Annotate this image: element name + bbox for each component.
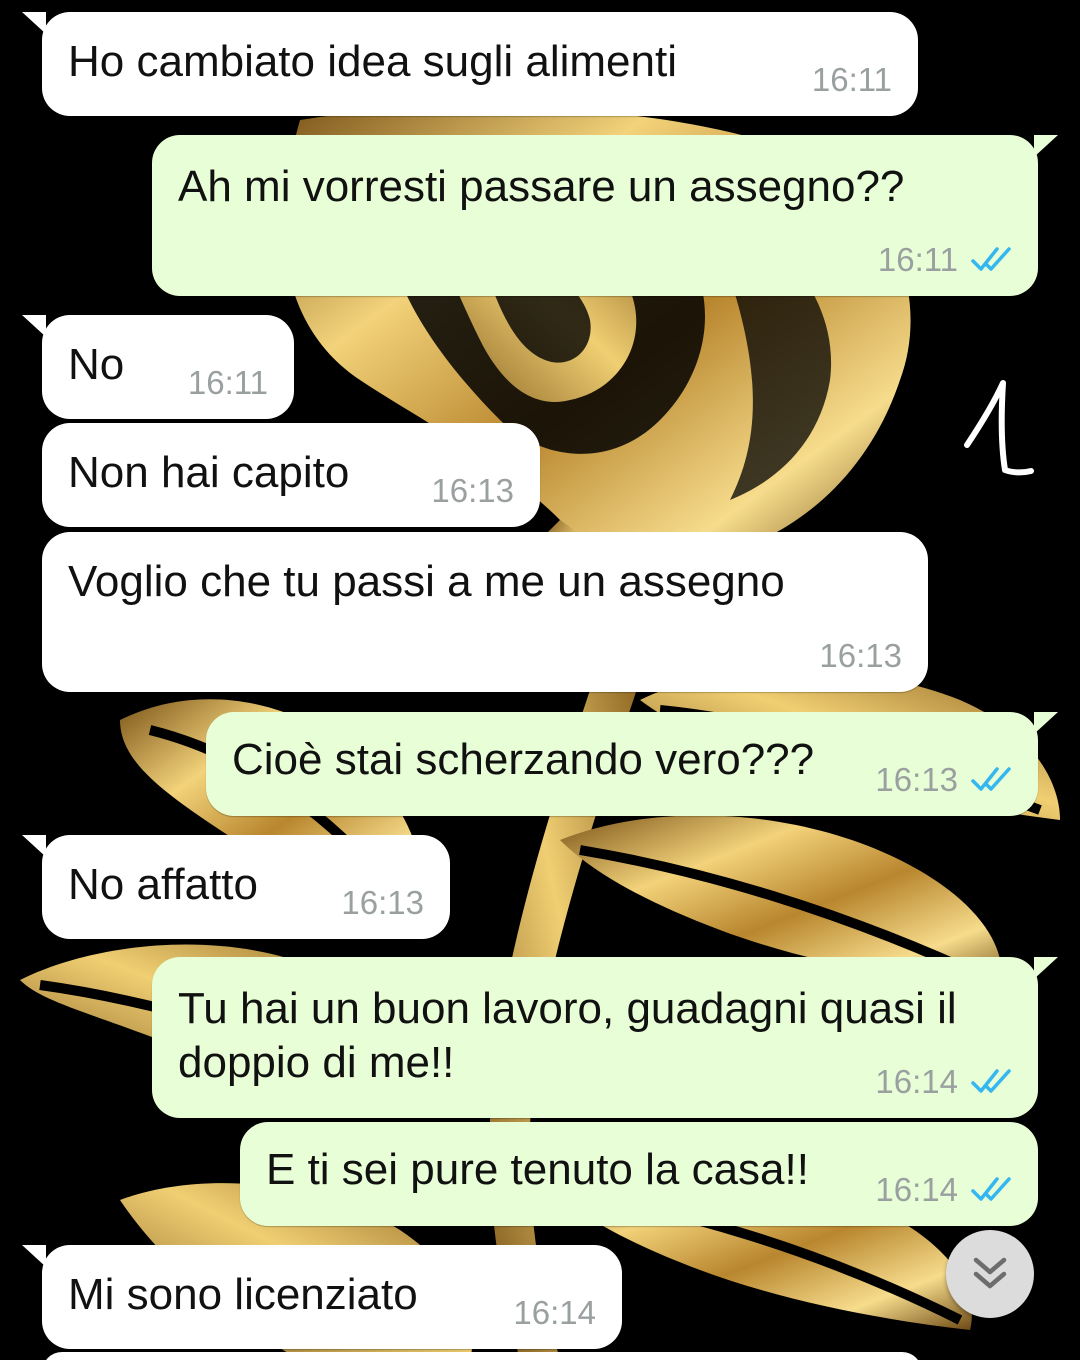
- message-text: Non hai capito: [68, 448, 350, 497]
- double-check-read-icon: [971, 767, 1011, 791]
- message-text-line-1: Tu hai un buon lavoro, guadagni quasi il: [178, 984, 957, 1033]
- message-text: No: [68, 340, 125, 389]
- timestamp: 16:13: [431, 472, 514, 509]
- timestamp: 16:13: [875, 761, 958, 798]
- message-time: 16:11: [812, 62, 892, 98]
- message-incoming[interactable]: Non hai capito 16:13: [42, 423, 540, 527]
- timestamp: 16:13: [341, 884, 424, 921]
- timestamp: 16:14: [875, 1063, 958, 1100]
- message-outgoing[interactable]: Tu hai un buon lavoro, guadagni quasi il…: [152, 957, 1058, 1118]
- double-check-read-icon: [971, 1069, 1011, 1093]
- message-time: 16:14: [513, 1295, 596, 1331]
- message-text: E ti sei pure tenuto la casa!!: [266, 1145, 809, 1194]
- message-time: 16:13: [819, 638, 902, 674]
- message-outgoing[interactable]: Cioè stai scherzando vero??? 16:13: [206, 712, 1058, 816]
- message-text: Voglio che tu passi a me un assegno: [68, 557, 785, 606]
- scroll-to-bottom-button[interactable]: [946, 1230, 1034, 1318]
- message-text: Ah mi vorresti passare un assegno??: [178, 162, 905, 211]
- message-text: No affatto: [68, 860, 258, 909]
- message-text-line-2: doppio di me!!: [178, 1038, 455, 1087]
- timestamp: 16:11: [877, 241, 958, 278]
- bubble-tail: [1034, 957, 1058, 979]
- timestamp: 16:11: [811, 61, 892, 98]
- message-incoming[interactable]: Voglio che tu passi a me un assegno 16:1…: [42, 532, 928, 692]
- timestamp: 16:14: [513, 1294, 596, 1331]
- message-time: 16:13: [341, 885, 424, 921]
- message-text: Cioè stai scherzando vero???: [232, 735, 815, 784]
- message-time: 16:11: [188, 365, 268, 401]
- message-time: 16:13: [431, 473, 514, 509]
- bubble-tail: [1034, 712, 1058, 734]
- message-incoming[interactable]: Ho cambiato idea sugli alimenti 16:11: [22, 12, 918, 116]
- bubble-tail: [1034, 135, 1058, 157]
- message-text: Mi sono licenziato: [68, 1270, 418, 1319]
- message-outgoing[interactable]: E ti sei pure tenuto la casa!! 16:14: [240, 1122, 1038, 1226]
- message-text: Ho cambiato idea sugli alimenti: [68, 37, 677, 86]
- double-check-read-icon: [971, 1177, 1011, 1201]
- message-time: 16:13: [875, 762, 1016, 798]
- double-check-read-icon: [971, 247, 1011, 271]
- message-time: 16:14: [875, 1064, 1016, 1100]
- message-incoming[interactable]: No affatto 16:13: [22, 835, 450, 939]
- message-incoming-partial[interactable]: [42, 1352, 922, 1360]
- message-time: 16:14: [875, 1172, 1016, 1208]
- double-chevron-down-icon: [973, 1257, 1007, 1289]
- bubble-tail: [22, 1245, 46, 1267]
- bubble-tail: [22, 315, 46, 337]
- timestamp: 16:13: [819, 637, 902, 674]
- chat-message-list[interactable]: Ho cambiato idea sugli alimenti 16:11 Ah…: [0, 0, 1080, 1360]
- message-outgoing[interactable]: Ah mi vorresti passare un assegno?? 16:1…: [152, 135, 1058, 296]
- timestamp: 16:14: [875, 1171, 958, 1208]
- timestamp: 16:11: [187, 364, 268, 401]
- message-incoming[interactable]: Mi sono licenziato 16:14: [22, 1245, 622, 1349]
- bubble-tail: [22, 12, 46, 34]
- message-time: 16:11: [878, 242, 1016, 278]
- bubble-tail: [22, 835, 46, 857]
- handwritten-number-annotation: 1: [964, 380, 1034, 476]
- message-incoming[interactable]: No 16:11: [22, 315, 294, 419]
